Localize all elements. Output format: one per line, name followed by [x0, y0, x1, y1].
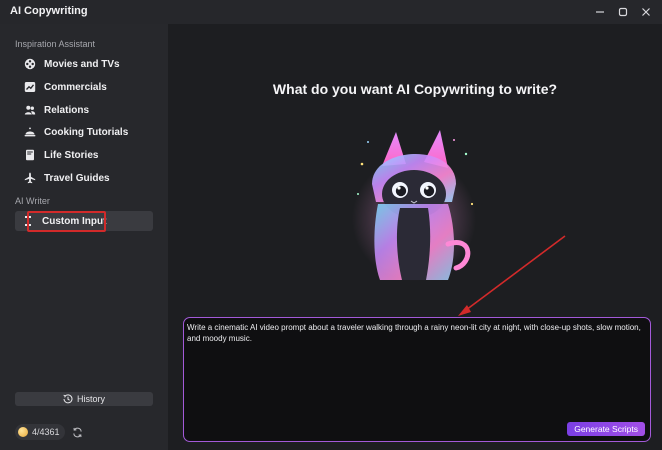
prompt-text[interactable]: Write a cinematic AI video prompt about …	[187, 322, 642, 344]
sidebar: Inspiration Assistant Movies and TVs Com…	[0, 24, 168, 450]
custom-input-icon	[20, 213, 36, 229]
history-button[interactable]: History	[15, 392, 153, 406]
inspiration-assistant-label: Inspiration Assistant	[15, 39, 96, 49]
sidebar-item-movies-and-tvs[interactable]: Movies and TVs	[15, 54, 153, 74]
coin-icon	[18, 427, 28, 437]
sidebar-item-cooking-tutorials[interactable]: Cooking Tutorials	[15, 122, 153, 142]
page-title: What do you want AI Copywriting to write…	[272, 81, 558, 97]
maximize-button[interactable]	[614, 3, 632, 21]
sidebar-item-label: Travel Guides	[44, 172, 110, 184]
sidebar-item-label: Relations	[44, 104, 90, 116]
sidebar-item-label: Movies and TVs	[44, 58, 120, 70]
minimize-button[interactable]	[591, 3, 609, 21]
history-icon	[63, 394, 73, 404]
sidebar-item-label: Cooking Tutorials	[44, 126, 129, 138]
minimize-icon	[596, 11, 604, 13]
airplane-icon	[22, 170, 38, 186]
ai-writer-label: AI Writer	[15, 196, 50, 206]
cloche-icon	[22, 124, 38, 140]
sidebar-item-travel-guides[interactable]: Travel Guides	[15, 168, 153, 188]
people-icon	[22, 102, 38, 118]
chart-icon	[22, 79, 38, 95]
app-title: AI Copywriting	[10, 5, 88, 17]
sidebar-item-label: Commercials	[44, 81, 107, 93]
credits-area: 4/4361	[15, 424, 83, 440]
film-reel-icon	[22, 56, 38, 72]
sidebar-item-life-stories[interactable]: Life Stories	[15, 145, 153, 165]
sidebar-item-commercials[interactable]: Commercials	[15, 77, 153, 97]
close-icon	[642, 8, 650, 16]
credits-count: 4/4361	[32, 427, 60, 437]
maximize-icon	[618, 7, 628, 17]
sidebar-item-relations[interactable]: Relations	[15, 100, 153, 120]
close-button[interactable]	[637, 3, 655, 21]
generate-scripts-button[interactable]: Generate Scripts	[567, 422, 645, 436]
sidebar-item-label: Life Stories	[44, 149, 99, 161]
prompt-textarea[interactable]: Write a cinematic AI video prompt about …	[183, 317, 651, 442]
mascot-cat-illustration	[352, 130, 476, 281]
book-icon	[22, 147, 38, 163]
refresh-icon[interactable]	[72, 427, 83, 438]
history-label: History	[76, 394, 105, 404]
sidebar-item-custom-input[interactable]: Custom Input	[15, 211, 153, 231]
main-panel: What do you want AI Copywriting to write…	[168, 24, 662, 450]
sidebar-item-label: Custom Input	[42, 215, 107, 227]
credits-badge[interactable]: 4/4361	[15, 424, 65, 440]
title-bar: AI Copywriting	[0, 0, 662, 24]
